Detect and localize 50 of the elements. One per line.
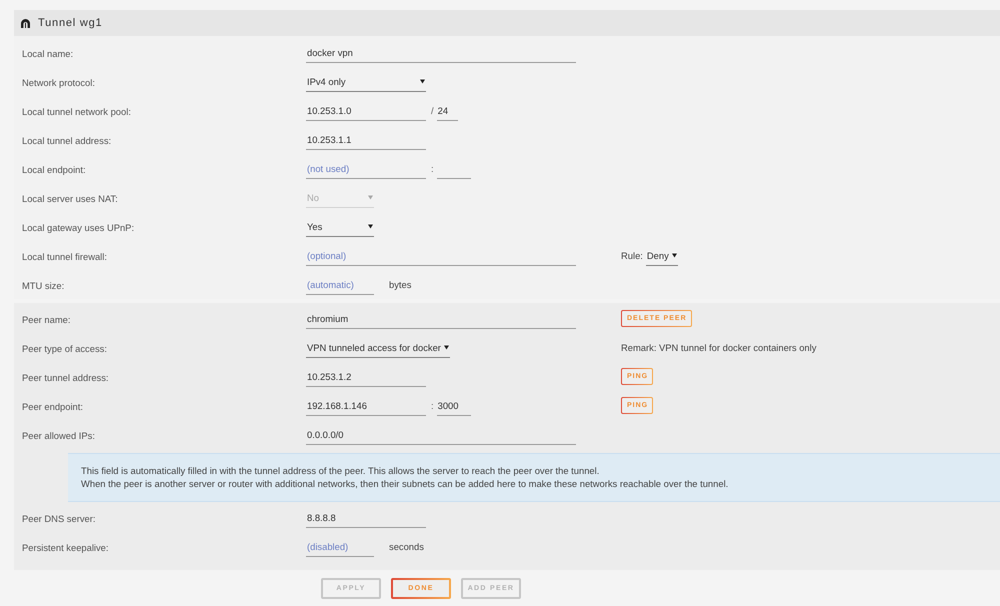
separator-text: : [431, 400, 434, 411]
number-field[interactable]: (automatic) [306, 274, 374, 295]
unit-label: seconds [389, 541, 424, 552]
unit-label: bytes [389, 279, 412, 290]
dropdown[interactable]: Yes [306, 216, 374, 237]
separator-text: : [431, 163, 434, 174]
text-field[interactable]: 0.0.0.0/0 [306, 424, 576, 445]
address-field[interactable]: 8.8.8.8 [306, 507, 426, 528]
field-label: MTU size: [22, 280, 64, 290]
port-field[interactable]: 3000 [436, 395, 471, 416]
number-field[interactable]: (disabled) [306, 536, 374, 557]
field-label: Peer allowed IPs: [22, 430, 95, 440]
address-field[interactable]: 10.253.1.1 [306, 129, 426, 150]
panel-title: Tunnel wg1 [38, 17, 102, 29]
address-field[interactable]: 192.168.1.146 [306, 395, 426, 416]
field-label: Local server uses NAT: [22, 192, 118, 204]
field-label: Peer DNS server: [22, 512, 96, 524]
text-field[interactable]: docker vpn [306, 42, 576, 63]
field-label: Local tunnel firewall: [22, 250, 107, 262]
prefix-field[interactable]: 24 [436, 100, 458, 121]
arch-icon [21, 18, 30, 28]
field-label: Peer name: [22, 314, 70, 324]
field-label: Local name: [22, 48, 74, 58]
field-label: Local tunnel address: [22, 134, 112, 146]
separator-text: / [431, 105, 434, 116]
field-label: Network protocol: [22, 76, 95, 88]
address-field[interactable]: 10.253.1.0 [306, 100, 426, 121]
dropdown[interactable]: VPN tunneled access for docker [306, 337, 450, 358]
field-label: Local tunnel network pool: [22, 106, 131, 116]
text-field[interactable]: (optional) [306, 245, 576, 266]
field-label: Peer tunnel address: [22, 372, 109, 382]
help-text: When the peer is another server or router with additional networks, then their subnets can be added here to make these networks reachable over the tunnel. [81, 478, 728, 490]
dropdown[interactable]: IPv4 only [306, 71, 426, 92]
address-field[interactable]: 10.253.1.2 [306, 366, 426, 387]
caret-icon [368, 194, 373, 200]
help-text: This field is automatically filled in with the tunnel address of the peer. This allows the server to reach the peer over the tunnel. [81, 465, 600, 478]
field-label: Peer endpoint: [22, 400, 83, 412]
field-label: Persistent keepalive: [22, 542, 109, 552]
caret-icon [368, 224, 373, 228]
caret-icon [672, 252, 677, 258]
caret-icon [444, 344, 449, 350]
caret-icon [420, 78, 425, 84]
remark-text: Remark: VPN tunnel for docker containers only [621, 342, 816, 353]
field-label: Local gateway uses UPnP: [22, 222, 134, 232]
address-field[interactable]: (not used) [306, 158, 426, 179]
inline-label: Rule: [621, 250, 643, 261]
field-label: Peer type of access: [22, 342, 107, 354]
text-field[interactable]: chromium [306, 308, 576, 329]
field-label: Local endpoint: [22, 164, 86, 174]
dropdown[interactable]: Deny [646, 245, 678, 266]
